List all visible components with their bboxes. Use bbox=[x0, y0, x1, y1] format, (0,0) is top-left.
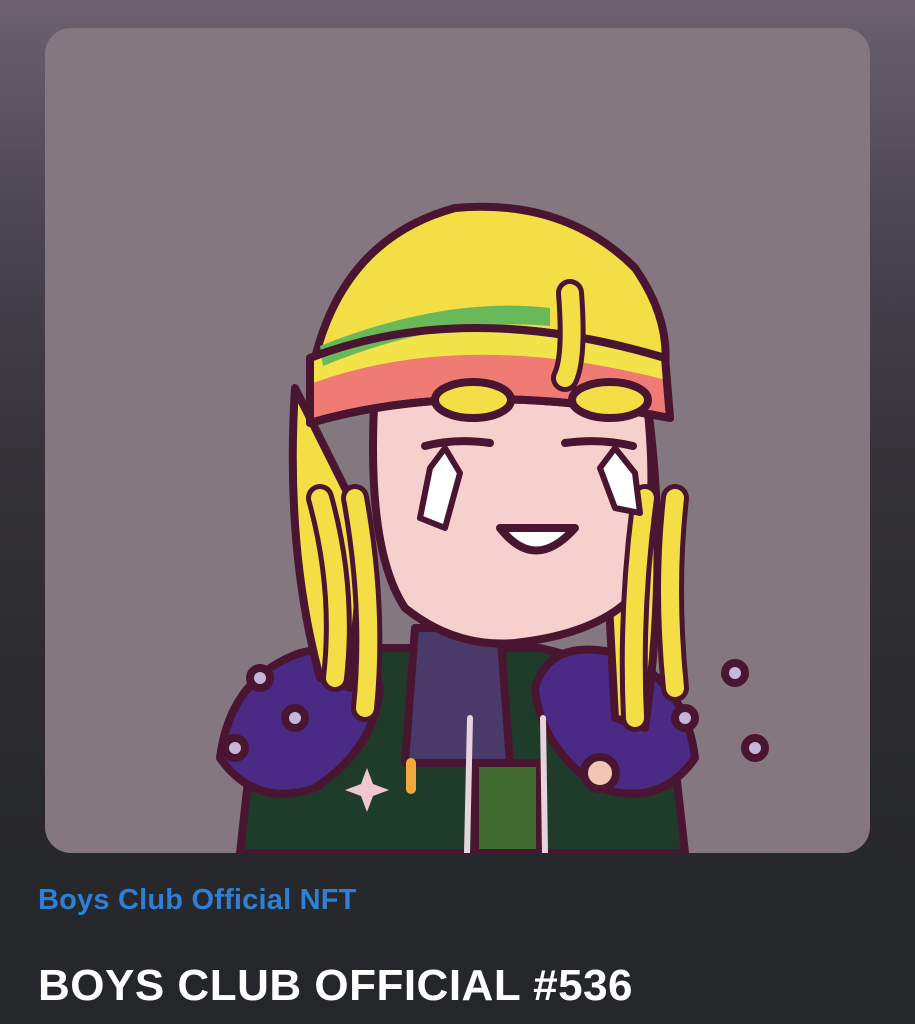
pencil-pin bbox=[406, 758, 416, 794]
nft-info: Boys Club Official NFT BOYS CLUB OFFICIA… bbox=[38, 880, 877, 1014]
face bbox=[369, 384, 656, 648]
nft-title: BOYS CLUB OFFICIAL #536 bbox=[38, 961, 634, 1010]
shirt bbox=[471, 759, 544, 853]
nft-character-illustration bbox=[216, 202, 769, 853]
turtleneck bbox=[401, 624, 514, 767]
collection-link[interactable]: Boys Club Official NFT bbox=[38, 880, 877, 920]
nft-artwork[interactable] bbox=[45, 28, 870, 853]
